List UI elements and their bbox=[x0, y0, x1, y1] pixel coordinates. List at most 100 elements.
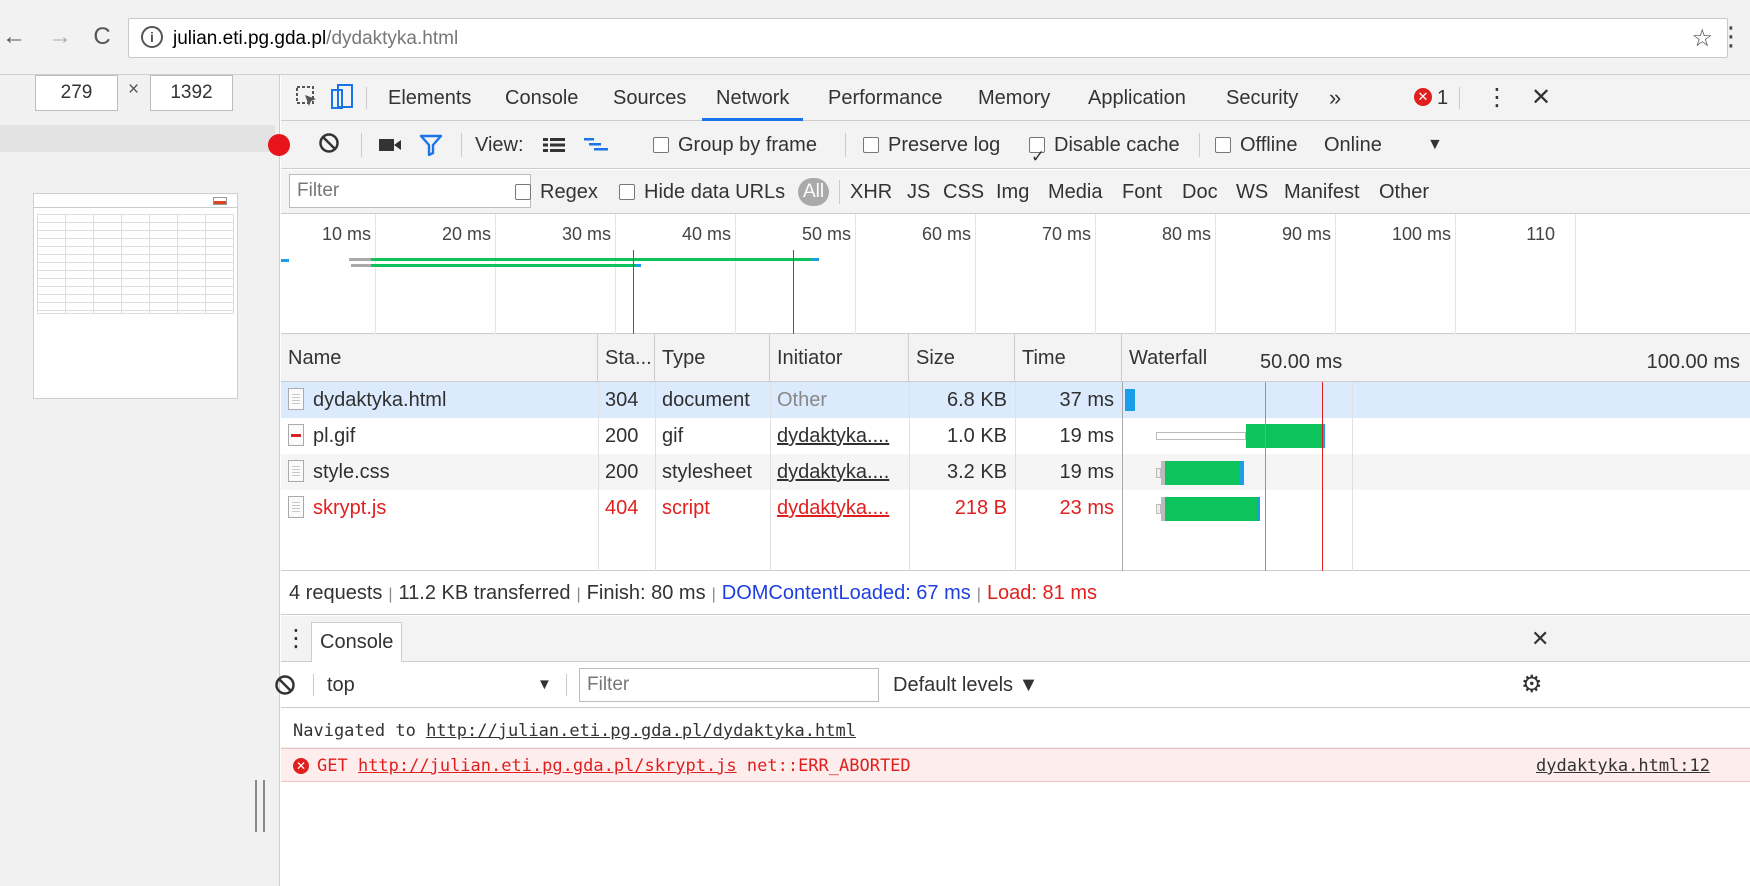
large-rows-icon[interactable] bbox=[543, 137, 565, 159]
separator bbox=[366, 87, 367, 109]
overview-icon[interactable] bbox=[584, 137, 608, 159]
checkbox-icon[interactable] bbox=[515, 184, 531, 200]
capture-screenshots-icon[interactable] bbox=[379, 137, 403, 159]
filter-type-js[interactable]: JS bbox=[907, 170, 930, 214]
filter-type-manifest[interactable]: Manifest bbox=[1284, 170, 1360, 214]
tab-elements[interactable]: Elements bbox=[388, 75, 471, 121]
clear-icon[interactable] bbox=[318, 132, 340, 160]
tab-sources[interactable]: Sources bbox=[613, 75, 686, 121]
waterfall-chart[interactable] bbox=[1123, 382, 1750, 571]
separator bbox=[461, 133, 462, 157]
col-header-type[interactable]: Type bbox=[655, 334, 770, 382]
checkbox-icon[interactable] bbox=[619, 184, 635, 200]
filter-type-other[interactable]: Other bbox=[1379, 170, 1429, 214]
filter-input[interactable]: Filter bbox=[289, 174, 531, 208]
address-bar[interactable]: i julian.eti.pg.gda.pl/dydaktyka.html ☆ bbox=[128, 18, 1728, 58]
tab-console[interactable]: Console bbox=[505, 75, 578, 121]
browser-menu-icon[interactable]: ⋮ bbox=[1718, 22, 1744, 50]
tab-memory[interactable]: Memory bbox=[978, 75, 1050, 121]
console-filter-input[interactable]: Filter bbox=[579, 668, 879, 702]
network-overview[interactable]: 10 ms 20 ms 30 ms 40 ms 50 ms 60 ms 70 m… bbox=[281, 214, 1750, 334]
col-header-status[interactable]: Sta... bbox=[598, 334, 655, 382]
request-initiator-link[interactable]: dydaktyka.... bbox=[770, 454, 909, 490]
filter-type-media[interactable]: Media bbox=[1048, 170, 1102, 214]
request-type: document bbox=[662, 389, 750, 411]
inspect-element-icon[interactable] bbox=[296, 86, 318, 114]
col-header-waterfall[interactable]: Waterfall 50.00 ms 100.00 ms bbox=[1122, 334, 1750, 382]
col-header-initiator[interactable]: Initiator bbox=[770, 334, 909, 382]
bookmark-star-icon[interactable]: ☆ bbox=[1691, 24, 1713, 53]
regex-checkbox[interactable]: Regex bbox=[515, 170, 598, 214]
error-count-icon[interactable]: ✕ bbox=[1414, 88, 1432, 106]
more-tabs-icon[interactable]: » bbox=[1329, 75, 1341, 121]
message-link[interactable]: http://julian.eti.pg.gda.pl/skrypt.js bbox=[358, 756, 737, 776]
devtools-menu-icon[interactable]: ⋮ bbox=[1485, 75, 1509, 121]
overview-bar bbox=[636, 264, 641, 267]
col-header-size[interactable]: Size bbox=[909, 334, 1015, 382]
overview-gridline bbox=[1335, 214, 1336, 334]
console-settings-gear-icon[interactable]: ⚙ bbox=[1521, 662, 1543, 708]
context-dropdown-icon[interactable]: ▼ bbox=[537, 662, 552, 708]
summary-domcontentloaded: DOMContentLoaded: 67 ms bbox=[721, 582, 971, 604]
request-type: gif bbox=[662, 425, 684, 447]
regex-label: Regex bbox=[540, 181, 598, 203]
info-icon[interactable]: i bbox=[141, 26, 163, 48]
device-height-input[interactable]: 1392 bbox=[150, 75, 233, 111]
hide-data-urls-checkbox[interactable]: Hide data URLs bbox=[619, 170, 785, 214]
waterfall-tick: 50.00 ms bbox=[1260, 351, 1343, 373]
filter-icon[interactable] bbox=[419, 134, 443, 162]
col-header-time[interactable]: Time bbox=[1015, 334, 1122, 382]
drawer-tab-console[interactable]: Console bbox=[311, 622, 403, 662]
close-devtools-icon[interactable]: ✕ bbox=[1531, 75, 1551, 121]
clear-console-icon[interactable] bbox=[274, 674, 296, 702]
filter-type-all[interactable]: All bbox=[798, 178, 830, 206]
filter-type-img[interactable]: Img bbox=[996, 170, 1029, 214]
checkbox-checked-icon[interactable] bbox=[1029, 133, 1045, 181]
checkbox-icon[interactable] bbox=[863, 137, 879, 153]
request-initiator-link[interactable]: dydaktyka.... bbox=[770, 490, 909, 526]
preserve-log-checkbox[interactable]: Preserve log bbox=[863, 121, 1000, 169]
col-header-name[interactable]: Name bbox=[281, 334, 598, 382]
message-source-link[interactable]: dydaktyka.html:12 bbox=[1536, 749, 1710, 783]
drawer-menu-icon[interactable]: ⋮ bbox=[281, 616, 311, 662]
offline-checkbox[interactable]: Offline bbox=[1215, 121, 1297, 169]
overview-tick: 20 ms bbox=[441, 224, 491, 244]
resize-handle[interactable] bbox=[255, 780, 265, 832]
device-width-input[interactable]: 279 bbox=[35, 75, 118, 111]
request-status: 200 bbox=[605, 461, 639, 483]
checkbox-icon[interactable] bbox=[653, 137, 669, 153]
devtools-panel: Elements Console Sources Network Perform… bbox=[268, 75, 1750, 886]
preserve-log-label: Preserve log bbox=[888, 134, 1001, 156]
group-by-frame-checkbox[interactable]: Group by frame bbox=[653, 121, 817, 169]
filter-type-css[interactable]: CSS bbox=[943, 170, 984, 214]
summary-load: Load: 81 ms bbox=[986, 582, 1098, 604]
disable-cache-checkbox[interactable]: Disable cache bbox=[1029, 121, 1180, 181]
overview-tick: 80 ms bbox=[1161, 224, 1211, 244]
filter-type-ws[interactable]: WS bbox=[1236, 170, 1268, 214]
close-drawer-icon[interactable]: ✕ bbox=[1531, 616, 1549, 662]
filter-type-doc[interactable]: Doc bbox=[1182, 170, 1218, 214]
request-size: 3.2 KB bbox=[946, 461, 1007, 483]
tab-network[interactable]: Network bbox=[702, 75, 804, 121]
context-select[interactable]: top bbox=[327, 662, 355, 708]
network-summary: 4 requests | 11.2 KB transferred | Finish: 8… bbox=[281, 571, 1750, 615]
throttling-dropdown-icon[interactable]: ▼ bbox=[1427, 121, 1443, 169]
log-levels-select[interactable]: Default levels ▼ bbox=[893, 662, 1038, 708]
checkbox-icon[interactable] bbox=[1215, 137, 1231, 153]
tab-security[interactable]: Security bbox=[1226, 75, 1298, 121]
error-count[interactable]: 1 bbox=[1437, 75, 1448, 121]
filter-type-font[interactable]: Font bbox=[1122, 170, 1162, 214]
tab-application[interactable]: Application bbox=[1088, 75, 1186, 121]
device-toolbar-icon[interactable] bbox=[331, 84, 353, 116]
record-icon[interactable] bbox=[268, 134, 290, 156]
tab-performance[interactable]: Performance bbox=[828, 75, 943, 121]
request-type: script bbox=[662, 497, 710, 519]
throttling-select[interactable]: Online bbox=[1324, 121, 1382, 169]
filter-type-xhr[interactable]: XHR bbox=[850, 170, 892, 214]
forward-arrow-icon[interactable]: → bbox=[46, 22, 74, 52]
back-arrow-icon[interactable]: ← bbox=[0, 22, 28, 52]
drawer-tabbar: ⋮ Console ✕ bbox=[281, 616, 1750, 662]
message-link[interactable]: http://julian.eti.pg.gda.pl/dydaktyka.ht… bbox=[426, 721, 856, 741]
request-initiator-link[interactable]: dydaktyka.... bbox=[770, 418, 909, 454]
reload-icon[interactable]: C bbox=[88, 22, 116, 52]
